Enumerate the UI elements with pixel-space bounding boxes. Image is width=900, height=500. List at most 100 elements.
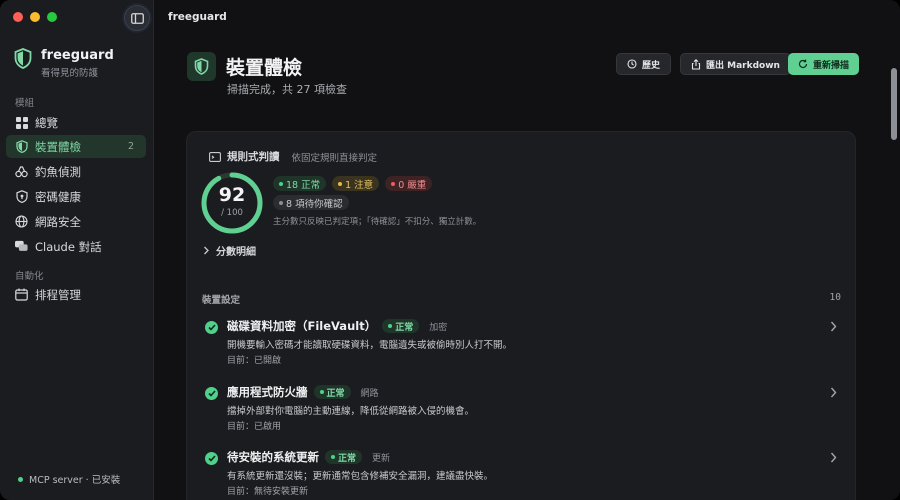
- check-item-title-row: 應用程式防火牆 正常 網路: [227, 384, 379, 400]
- group-count: 10: [829, 292, 841, 303]
- sidebar-toggle-icon: [130, 12, 144, 24]
- mcp-status: MCP server · 已安裝: [18, 472, 120, 486]
- critical-count-badge: 0 嚴重: [385, 176, 433, 191]
- pending-count-badge: 8 項待你確認: [273, 195, 349, 210]
- grid-icon: [15, 116, 28, 129]
- export-button-label: 匯出 Markdown: [706, 60, 780, 71]
- sidebar-item-label: 排程管理: [35, 287, 81, 302]
- check-item-firewall[interactable]: 應用程式防火牆 正常 網路 擋掉外部對你電腦的主動連線，降低從網路被入侵的機會。…: [187, 384, 855, 444]
- page-icon: [187, 52, 216, 81]
- breakdown-label: 分數明細: [216, 247, 256, 258]
- window-title: freeguard: [168, 11, 227, 23]
- verdict-note: 依固定規則直接判定: [291, 152, 378, 164]
- status-badge: 正常: [325, 450, 363, 464]
- status-dot: [18, 476, 23, 482]
- chevron-right-icon: [204, 246, 209, 255]
- calendar-icon: [15, 288, 28, 301]
- score-breakdown-toggle[interactable]: 分數明細: [203, 243, 256, 258]
- check-item-system-updates[interactable]: 待安裝的系統更新 正常 更新 有系統更新還沒裝；更新通常包含修補安全漏洞，建議盡…: [187, 449, 855, 500]
- rescan-button-label: 重新掃描: [813, 60, 850, 71]
- sidebar-item-label: 裝置體檢: [35, 139, 81, 154]
- sidebar-item-label: 密碼健康: [35, 189, 81, 204]
- page-title: 裝置體檢: [226, 57, 303, 79]
- history-button[interactable]: 歷史: [616, 53, 672, 75]
- terminal-icon: [209, 151, 221, 162]
- app-window: freeguard 看得見的防護 模組 總覽 裝置體檢 2 釣魚偵測 密碼健康 …: [0, 0, 900, 500]
- shield-logo-icon: [14, 48, 32, 69]
- score-max: / 100: [221, 208, 243, 218]
- check-item-filevault[interactable]: 磁碟資料加密（FileVault） 正常 加密 開機要輸入密碼才能讀取硬碟資料，…: [187, 318, 855, 378]
- check-item-status: 目前：已開啟: [227, 356, 282, 366]
- section-label-modules: 模組: [15, 98, 35, 109]
- status-badge: 正常: [382, 319, 420, 333]
- sidebar-item-network-security[interactable]: 網路安全: [6, 210, 146, 233]
- sidebar-item-count: 2: [127, 141, 134, 152]
- sidebar-toggle-button[interactable]: [124, 5, 150, 31]
- shield-icon: [15, 140, 28, 153]
- scrollbar-thumb[interactable]: [891, 68, 897, 140]
- check-item-title: 磁碟資料加密（FileVault）: [227, 319, 377, 333]
- sidebar-item-label: 總覽: [35, 115, 58, 130]
- sidebar-item-claude-chat[interactable]: Claude 對話: [6, 235, 146, 258]
- chat-icon: [15, 240, 28, 253]
- rescan-button[interactable]: 重新掃描: [788, 53, 860, 75]
- score-value: 92: [218, 184, 246, 206]
- check-circle-icon: [205, 387, 218, 400]
- ok-count-badge: 18 正常: [273, 176, 327, 191]
- sidebar-item-label: 網路安全: [35, 214, 81, 229]
- check-item-description: 開機要輸入密碼才能讀取硬碟資料，電腦遺失或被偷時別人打不開。: [227, 340, 513, 351]
- verdict-heading: 規則式判讀: [227, 151, 280, 163]
- main-content: freeguard 裝置體檢 掃描完成，共 27 項檢查 歷史 匯出 Markd…: [155, 0, 900, 500]
- score-explanation: 主分數只反映已判定項；「待確認」不扣分、獨立計數。: [273, 217, 482, 227]
- lock-icon: [15, 190, 28, 203]
- mcp-status-text: MCP server · 已安裝: [29, 475, 121, 486]
- sidebar-item-schedule[interactable]: 排程管理: [6, 283, 146, 306]
- chevron-right-icon: [830, 321, 837, 332]
- check-item-category: 加密: [429, 322, 448, 333]
- group-label: 裝置設定: [202, 295, 241, 306]
- check-item-description: 擋掉外部對你電腦的主動連線，降低從網路被入侵的機會。: [227, 406, 475, 417]
- check-circle-icon: [205, 321, 218, 334]
- refresh-icon: [798, 59, 808, 69]
- history-button-label: 歷史: [642, 60, 661, 71]
- sidebar-item-overview[interactable]: 總覽: [6, 111, 146, 134]
- sidebar-item-label: 釣魚偵測: [35, 164, 81, 179]
- sidebar-item-device-check[interactable]: 裝置體檢 2: [6, 135, 146, 158]
- verdict-header: 規則式判讀 依固定規則直接判定: [209, 149, 377, 164]
- page-subtitle: 掃描完成，共 27 項檢查: [227, 83, 347, 96]
- check-item-status: 目前：已啟用: [227, 422, 282, 432]
- check-item-description: 有系統更新還沒裝；更新通常包含修補安全漏洞，建議盡快裝。: [227, 471, 494, 482]
- status-badge: 正常: [313, 385, 351, 399]
- chevron-right-icon: [830, 452, 837, 463]
- warning-count-badge: 1 注意: [332, 176, 380, 191]
- sidebar-item-phishing[interactable]: 釣魚偵測: [6, 160, 146, 183]
- check-item-title-row: 待安裝的系統更新 正常 更新: [227, 449, 390, 465]
- scrollbar[interactable]: [886, 30, 900, 500]
- check-item-category: 更新: [372, 453, 391, 464]
- check-circle-icon: [205, 452, 218, 465]
- globe-icon: [15, 215, 28, 228]
- results-card: 規則式判讀 依固定規則直接判定 92 / 100 18 正常 1 注意 0 嚴重…: [186, 131, 856, 500]
- window-controls: [13, 12, 57, 22]
- close-window-button[interactable]: [13, 12, 23, 22]
- section-label-automation: 自動化: [15, 271, 44, 282]
- history-icon: [627, 59, 637, 69]
- share-icon: [691, 58, 701, 70]
- export-markdown-button[interactable]: 匯出 Markdown: [680, 53, 791, 75]
- sidebar-item-password-health[interactable]: 密碼健康: [6, 185, 146, 208]
- check-item-status: 目前：無待安裝更新: [227, 487, 309, 497]
- hook-icon: [15, 165, 28, 178]
- zoom-window-button[interactable]: [47, 12, 57, 22]
- chevron-right-icon: [830, 387, 837, 398]
- check-item-title: 待安裝的系統更新: [227, 450, 319, 464]
- brand-title: freeguard: [41, 48, 114, 63]
- brand-tagline: 看得見的防護: [41, 68, 99, 79]
- minimize-window-button[interactable]: [30, 12, 40, 22]
- check-item-title-row: 磁碟資料加密（FileVault） 正常 加密: [227, 318, 447, 334]
- check-item-category: 網路: [360, 388, 379, 399]
- shield-icon: [194, 58, 209, 75]
- result-summary-pills: 18 正常 1 注意 0 嚴重: [273, 176, 433, 191]
- check-item-title: 應用程式防火牆: [227, 385, 308, 399]
- sidebar-item-label: Claude 對話: [35, 239, 102, 254]
- brand: freeguard 看得見的防護: [14, 48, 114, 79]
